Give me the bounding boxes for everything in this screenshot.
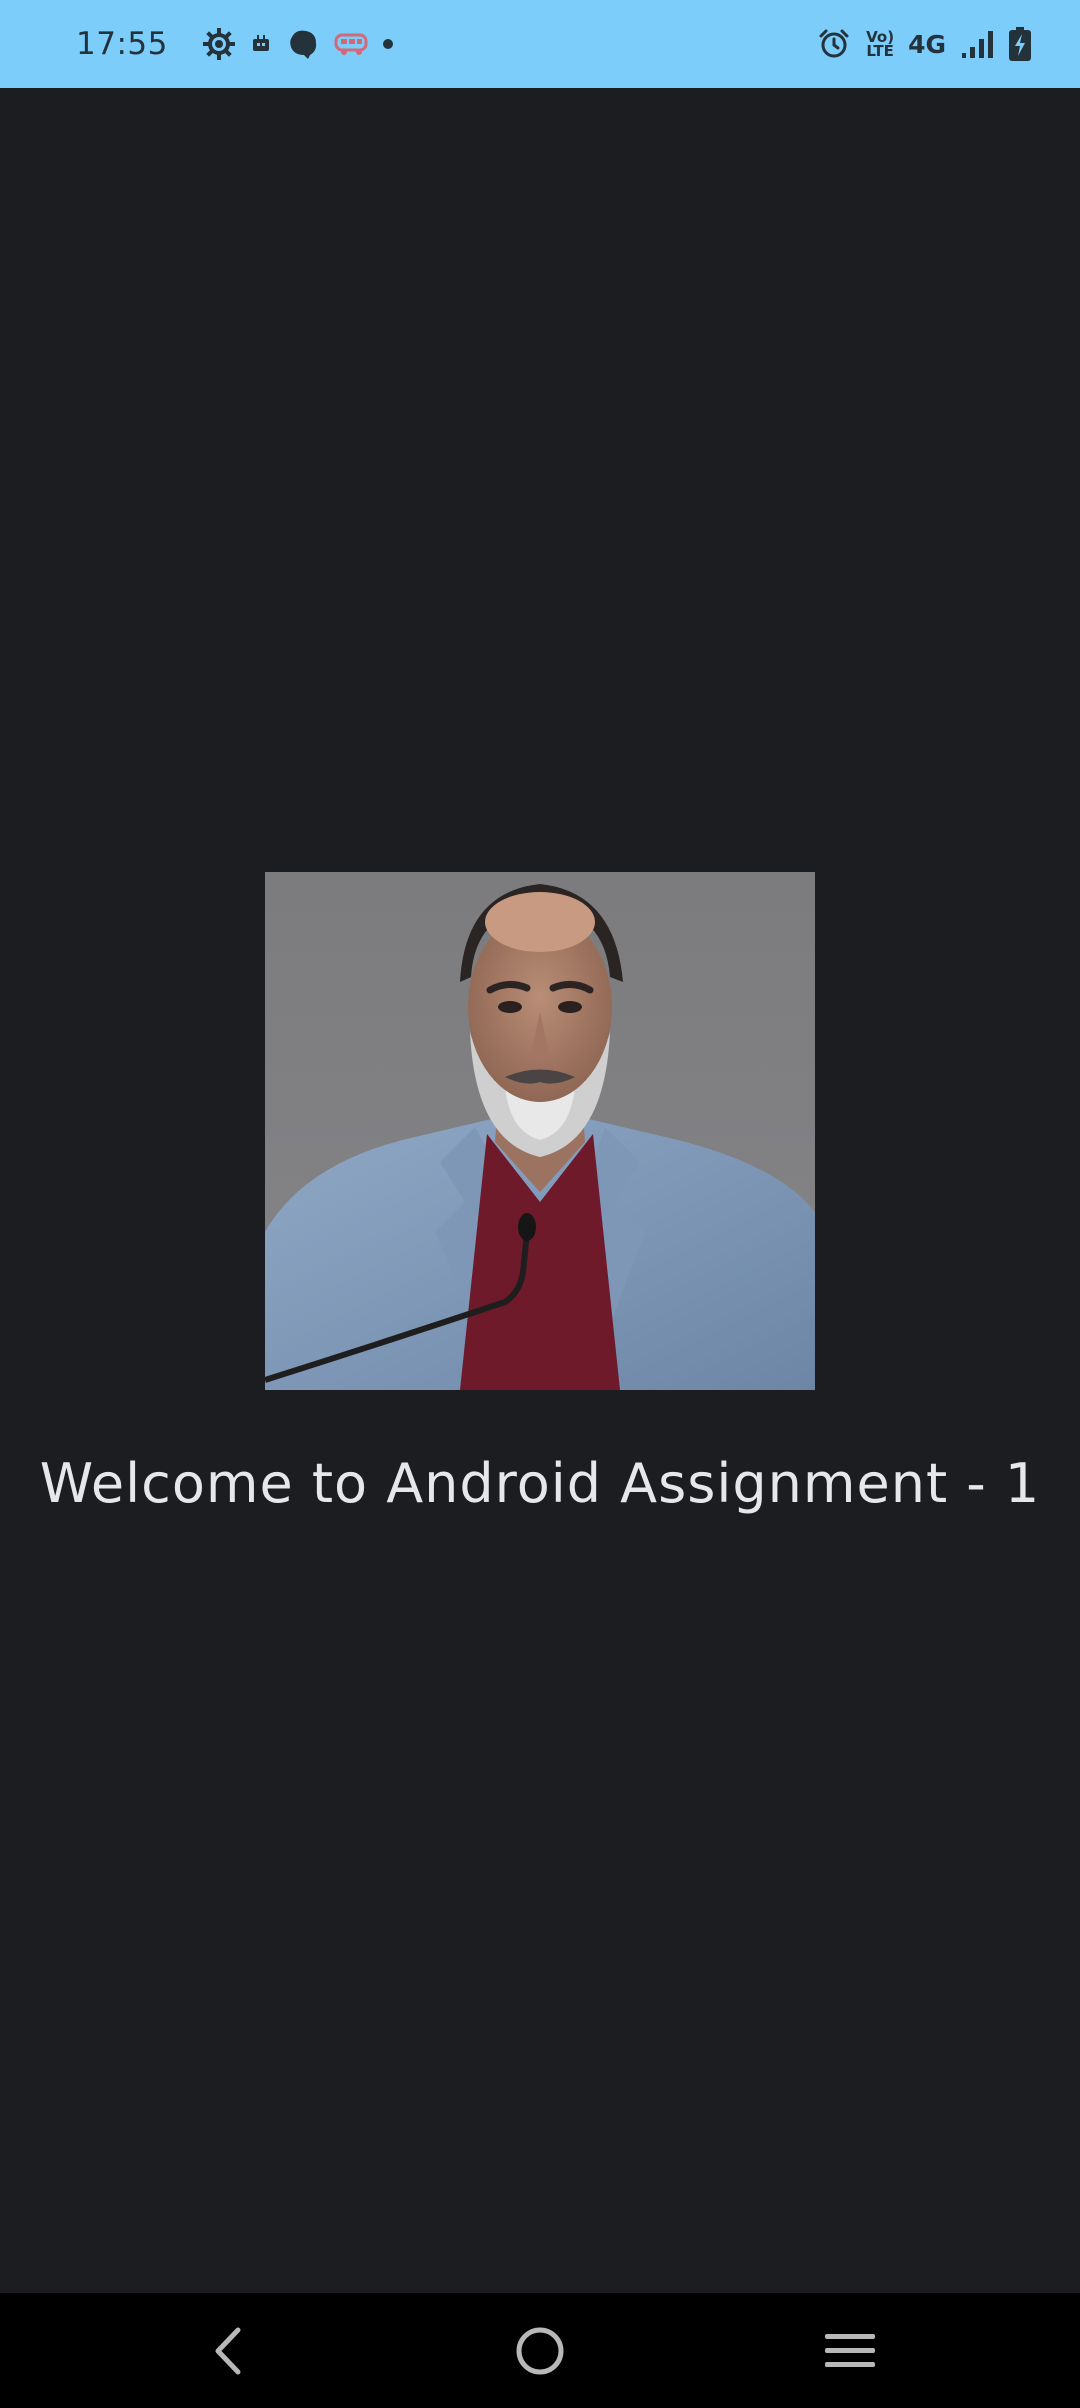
home-icon — [516, 2327, 564, 2374]
battery-charging-icon — [1008, 26, 1032, 62]
status-left: 17:55 — [76, 26, 394, 62]
recents-button[interactable] — [780, 2293, 920, 2408]
alarm-icon — [818, 28, 850, 60]
profile-photo — [265, 872, 815, 1390]
status-time: 17:55 — [76, 26, 168, 62]
home-button[interactable] — [470, 2293, 610, 2408]
bus-icon — [334, 30, 368, 58]
more-dot-icon — [382, 38, 394, 50]
navigation-bar — [0, 2293, 1080, 2408]
main-content: Welcome to Android Assignment - 1 — [0, 88, 1080, 2293]
welcome-text: Welcome to Android Assignment - 1 — [39, 1452, 1041, 1515]
network-4g-label: 4G — [908, 29, 946, 59]
back-icon — [215, 2327, 241, 2374]
volte-bottom-label: LTE — [866, 42, 894, 60]
settings-gear-icon — [202, 27, 236, 61]
signal-icon — [960, 29, 994, 59]
screen: 17:55 Vo) LTE 4G Welcome to Android Assi… — [0, 0, 1080, 2408]
app-notification-icon — [286, 27, 320, 61]
status-right: Vo) LTE 4G — [804, 26, 1032, 62]
status-bar: 17:55 Vo) LTE 4G — [0, 0, 1080, 88]
recents-icon — [825, 2333, 875, 2367]
back-button[interactable] — [158, 2293, 298, 2408]
volte-icon: Vo) LTE — [866, 30, 894, 60]
notification-icon — [250, 33, 272, 55]
